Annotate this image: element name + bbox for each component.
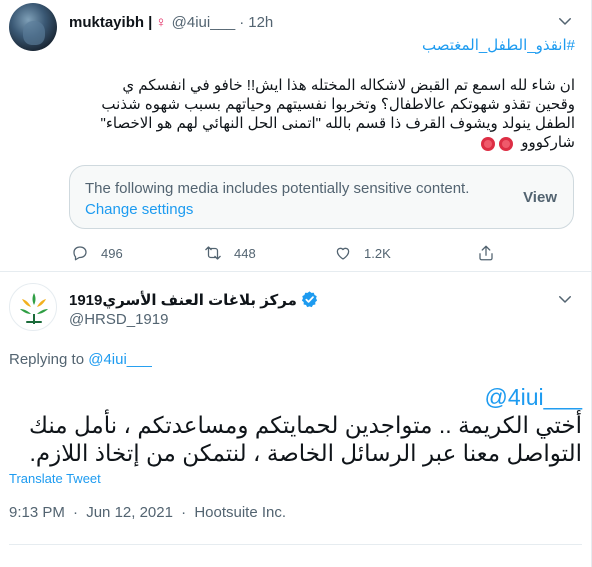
author-handle[interactable]: @HRSD_1919 [69, 311, 168, 328]
hashtag-link[interactable]: #انقذو_الطفل_المغتصب [422, 36, 575, 54]
hrsd-logo-icon [20, 293, 48, 324]
red-circle-icon [481, 137, 495, 151]
replying-prefix: Replying to [9, 351, 85, 368]
sensitive-notice-text: The following media includes potentially… [85, 180, 470, 197]
replying-to: Replying to @4iui___ [9, 351, 152, 368]
parent-tweet[interactable]: muktayibh | ♀ @4iui___ · 12h #انقذو_الطف… [0, 0, 591, 272]
tweet-source[interactable]: Hootsuite Inc. [194, 504, 286, 521]
share-icon [479, 245, 493, 261]
translate-tweet-link[interactable]: Translate Tweet [9, 471, 101, 486]
author-avatar[interactable] [9, 283, 57, 331]
change-settings-link[interactable]: Change settings [85, 201, 193, 218]
tweet-time[interactable]: 12h [248, 14, 273, 31]
tweet-text-line: ان شاء لله اسمع تم القبض لاشكاله المختله… [122, 77, 575, 94]
author-name-text: مركز بلاغات العنف الأسري1919 [69, 291, 297, 309]
like-icon [336, 247, 350, 260]
tweet-header: muktayibh | ♀ @4iui___ · 12h [69, 12, 273, 32]
tweet-text-line: التواصل معنا عبر الرسائل الخاصة ، لنتمكن… [29, 440, 582, 466]
tweet-date[interactable]: Jun 12, 2021 [86, 504, 173, 521]
tweet-actions: 496 448 1.2K [69, 242, 499, 264]
view-button[interactable]: View [523, 189, 557, 206]
tweet-thread: muktayibh | ♀ @4iui___ · 12h #انقذو_الطف… [0, 0, 592, 567]
tweet-text-line: وقحين تقذو شهوتكم عالاطفال؟ وتخربوا نفسي… [101, 96, 575, 113]
separator-dot: · [239, 13, 245, 31]
author-avatar[interactable] [9, 3, 57, 51]
sensitive-media-notice: The following media includes potentially… [69, 165, 574, 229]
like-count: 1.2K [364, 245, 391, 261]
reply-count: 496 [101, 245, 123, 261]
tweet-text: @4iui___ أختي الكريمة .. متواجدين لحمايت… [5, 383, 582, 467]
separator-dot: · [181, 504, 187, 521]
red-circle-emojis [481, 137, 513, 151]
share-button[interactable] [477, 242, 495, 264]
reply-button[interactable]: 496 [71, 242, 123, 264]
author-handle[interactable]: @4iui___ [172, 14, 236, 31]
verified-badge-icon [301, 291, 318, 308]
mention-link[interactable]: @4iui___ [5, 383, 582, 411]
replying-handle-link[interactable]: @4iui___ [88, 351, 152, 368]
female-sign-icon: ♀ [155, 13, 167, 31]
chevron-down-icon[interactable] [556, 12, 574, 30]
retweet-count: 448 [234, 245, 256, 261]
tweet-text-line: الطفل ينولد ويشوف القرف ذا قسم بالله "ات… [100, 115, 576, 132]
divider [9, 544, 582, 545]
retweet-icon [205, 246, 221, 260]
author-name[interactable]: muktayibh | [69, 14, 152, 31]
like-button[interactable]: 1.2K [334, 242, 391, 264]
separator-dot: · [73, 504, 79, 521]
tweet-metadata: 9:13 PM · Jun 12, 2021 · Hootsuite Inc. [9, 504, 286, 521]
red-circle-icon [499, 137, 513, 151]
reply-icon [73, 246, 87, 261]
author-name[interactable]: مركز بلاغات العنف الأسري1919 [69, 290, 319, 309]
tweet-time[interactable]: 9:13 PM [9, 504, 65, 521]
chevron-down-icon[interactable] [556, 290, 574, 308]
retweet-button[interactable]: 448 [204, 242, 256, 264]
tweet-text-line: أختي الكريمة .. متواجدين لحمايتكم ومساعد… [28, 412, 582, 438]
